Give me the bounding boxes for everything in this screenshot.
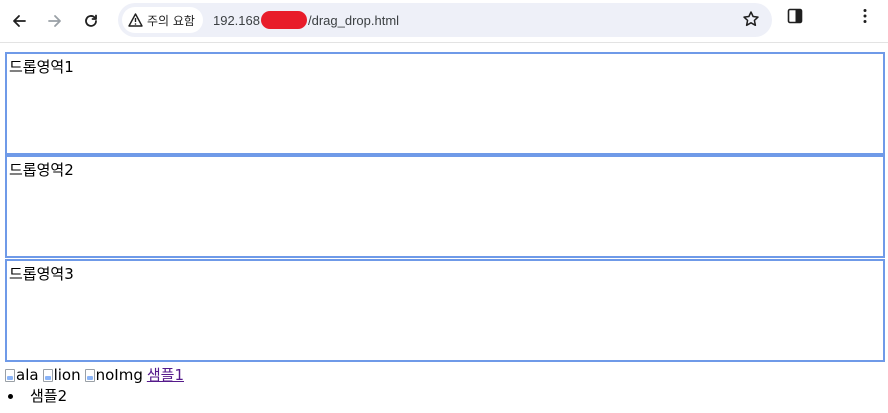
drop-zone-label: 드롭영역3 [9,265,74,283]
broken-image-noimg[interactable]: noImg [84,366,143,384]
menu-button[interactable] [856,7,874,29]
browser-toolbar: 주의 요함 192.168 /drag_drop.html [0,0,888,43]
drop-zone-label: 드롭영역1 [9,58,74,76]
drop-zone-2[interactable]: 드롭영역2 [5,155,885,258]
image-alt-text: lion [53,366,81,384]
star-icon [743,11,759,27]
arrow-left-icon [13,15,26,27]
drop-zone-1[interactable]: 드롭영역1 [5,52,885,155]
arrow-right-icon [48,15,61,27]
broken-image-icon [42,368,53,382]
list-item-text: 샘플2 [30,387,68,405]
bookmark-button[interactable] [742,10,760,32]
warning-icon [128,13,143,27]
sample1-link[interactable]: 샘플1 [147,366,184,384]
list-item[interactable]: 샘플2 [5,387,67,405]
security-indicator[interactable]: 주의 요함 [122,7,203,33]
reload-icon [85,14,97,27]
bullet-icon [8,393,13,399]
broken-image-icon [5,368,15,382]
drop-zone-label: 드롭영역2 [9,161,74,179]
redaction-mark [260,11,307,29]
back-button[interactable] [4,6,34,36]
broken-image-lion[interactable]: lion [42,366,81,384]
security-label: 주의 요함 [147,13,195,28]
reload-button[interactable] [76,6,106,36]
image-alt-text: ala [16,366,39,384]
image-alt-text: noImg [95,366,143,384]
broken-image-ala[interactable]: ala [5,366,39,384]
side-panel-icon [787,8,803,24]
url-text[interactable]: 192.168 /drag_drop.html [213,11,399,29]
address-bar[interactable]: 주의 요함 192.168 /drag_drop.html [118,3,772,37]
image-row: ala lion noImg 샘플1 [5,366,184,384]
kebab-menu-icon [863,9,867,23]
url-prefix: 192.168 [212,12,260,28]
broken-image-icon [84,368,95,382]
drop-zone-3[interactable]: 드롭영역3 [5,259,885,362]
side-panel-button[interactable] [786,7,804,29]
forward-button[interactable] [40,6,70,36]
url-suffix: /drag_drop.html [307,12,400,28]
